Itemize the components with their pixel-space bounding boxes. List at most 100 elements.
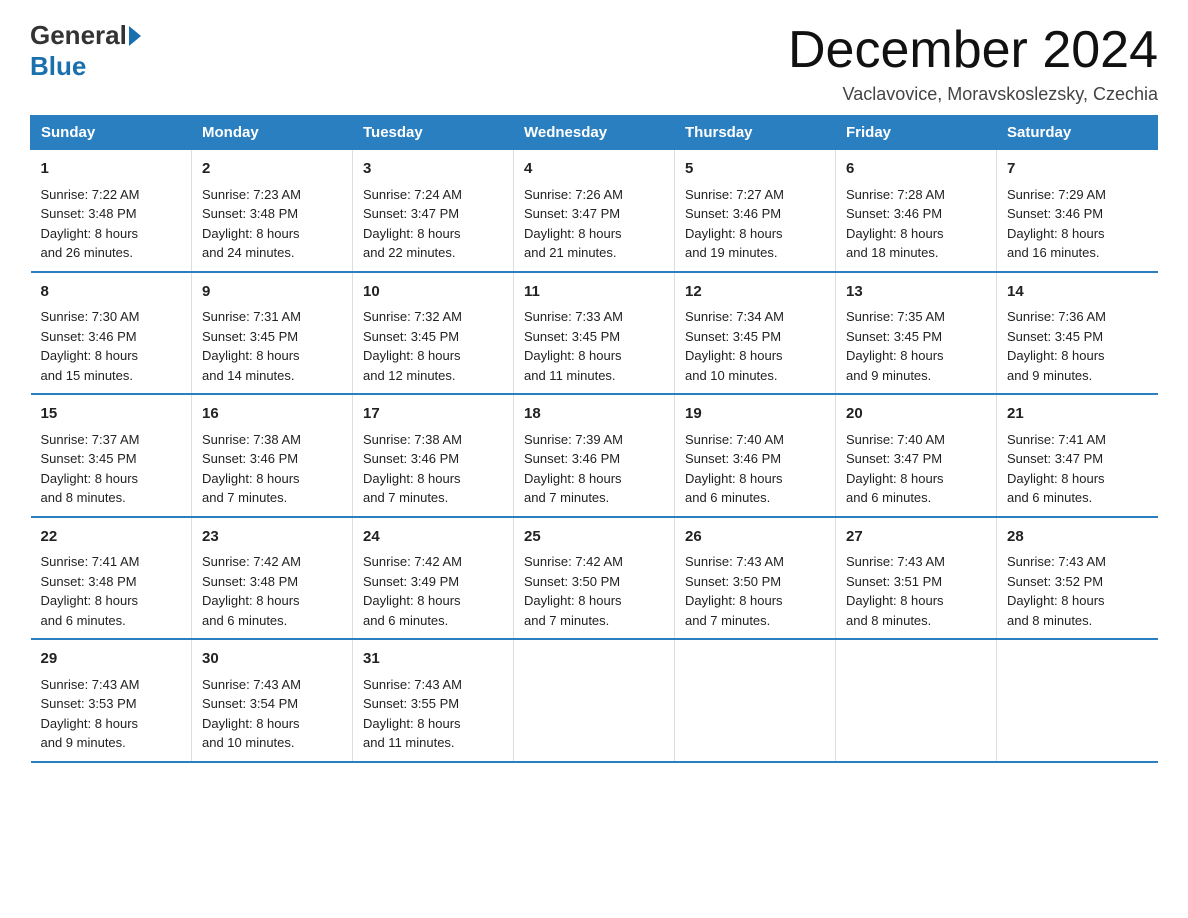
calendar-week-row: 1 Sunrise: 7:22 AMSunset: 3:48 PMDaylight…: [31, 150, 1158, 272]
day-number: 21: [1007, 403, 1148, 426]
day-number: 22: [41, 526, 182, 549]
day-info: Sunrise: 7:31 AMSunset: 3:45 PMDaylight:…: [202, 307, 342, 385]
day-number: 12: [685, 281, 825, 304]
day-info: Sunrise: 7:40 AMSunset: 3:46 PMDaylight:…: [685, 430, 825, 508]
day-number: 19: [685, 403, 825, 426]
calendar-day-cell: 5 Sunrise: 7:27 AMSunset: 3:46 PMDaylight…: [675, 150, 836, 272]
day-number: 31: [363, 648, 503, 671]
day-number: 26: [685, 526, 825, 549]
calendar-day-cell: 27Sunrise: 7:43 AMSunset: 3:51 PMDayligh…: [836, 517, 997, 640]
calendar-week-row: 29 Sunrise: 7:43 AMSunset: 3:53 PMDayligh…: [31, 639, 1158, 762]
day-number: 4: [524, 158, 664, 181]
day-number: 29: [41, 648, 182, 671]
day-number: 17: [363, 403, 503, 426]
logo-arrow-icon: [129, 26, 141, 46]
calendar-week-row: 8 Sunrise: 7:30 AMSunset: 3:46 PMDaylight…: [31, 272, 1158, 395]
logo-blue-text: Blue: [30, 51, 86, 82]
calendar-day-cell: 16Sunrise: 7:38 AMSunset: 3:46 PMDayligh…: [192, 394, 353, 517]
day-number: 8: [41, 281, 182, 304]
day-number: 5: [685, 158, 825, 181]
day-number: 27: [846, 526, 986, 549]
day-info: Sunrise: 7:40 AMSunset: 3:47 PMDaylight:…: [846, 430, 986, 508]
day-info: Sunrise: 7:30 AMSunset: 3:46 PMDaylight:…: [41, 307, 182, 385]
day-number: 13: [846, 281, 986, 304]
day-number: 2: [202, 158, 342, 181]
calendar-day-cell: 26Sunrise: 7:43 AMSunset: 3:50 PMDayligh…: [675, 517, 836, 640]
calendar-day-cell: 4Sunrise: 7:26 AMSunset: 3:47 PMDaylight…: [514, 150, 675, 272]
day-number: 28: [1007, 526, 1148, 549]
calendar-day-cell: 14Sunrise: 7:36 AMSunset: 3:45 PMDayligh…: [997, 272, 1158, 395]
day-info: Sunrise: 7:39 AMSunset: 3:46 PMDaylight:…: [524, 430, 664, 508]
day-info: Sunrise: 7:43 AMSunset: 3:52 PMDaylight:…: [1007, 552, 1148, 630]
calendar-header-wednesday: Wednesday: [514, 116, 675, 150]
calendar-day-cell: 1 Sunrise: 7:22 AMSunset: 3:48 PMDaylight…: [31, 150, 192, 272]
day-number: 23: [202, 526, 342, 549]
day-info: Sunrise: 7:23 AMSunset: 3:48 PMDaylight:…: [202, 185, 342, 263]
calendar-day-cell: 3 Sunrise: 7:24 AMSunset: 3:47 PMDaylight…: [353, 150, 514, 272]
calendar-header-monday: Monday: [192, 116, 353, 150]
day-info: Sunrise: 7:35 AMSunset: 3:45 PMDaylight:…: [846, 307, 986, 385]
month-title: December 2024: [788, 20, 1158, 80]
day-info: Sunrise: 7:41 AMSunset: 3:48 PMDaylight:…: [41, 552, 182, 630]
calendar-day-cell: 19 Sunrise: 7:40 AMSunset: 3:46 PMDayligh…: [675, 394, 836, 517]
day-info: Sunrise: 7:29 AMSunset: 3:46 PMDaylight:…: [1007, 185, 1148, 263]
day-number: 30: [202, 648, 342, 671]
calendar-header-friday: Friday: [836, 116, 997, 150]
day-number: 9: [202, 281, 342, 304]
day-number: 3: [363, 158, 503, 181]
day-number: 16: [202, 403, 342, 426]
day-number: 20: [846, 403, 986, 426]
day-number: 18: [524, 403, 664, 426]
day-info: Sunrise: 7:36 AMSunset: 3:45 PMDaylight:…: [1007, 307, 1148, 385]
page-header: General Blue December 2024 Vaclavovice, …: [30, 20, 1158, 105]
day-number: 11: [524, 281, 664, 304]
calendar-day-cell: 22 Sunrise: 7:41 AMSunset: 3:48 PMDayligh…: [31, 517, 192, 640]
day-number: 1: [41, 158, 182, 181]
calendar-day-cell: 11 Sunrise: 7:33 AMSunset: 3:45 PMDayligh…: [514, 272, 675, 395]
location-subtitle: Vaclavovice, Moravskoslezsky, Czechia: [788, 84, 1158, 105]
day-number: 15: [41, 403, 182, 426]
calendar-day-cell: [514, 639, 675, 762]
day-info: Sunrise: 7:32 AMSunset: 3:45 PMDaylight:…: [363, 307, 503, 385]
day-info: Sunrise: 7:24 AMSunset: 3:47 PMDaylight:…: [363, 185, 503, 263]
calendar-table: SundayMondayTuesdayWednesdayThursdayFrid…: [30, 115, 1158, 763]
calendar-day-cell: 31 Sunrise: 7:43 AMSunset: 3:55 PMDayligh…: [353, 639, 514, 762]
day-info: Sunrise: 7:34 AMSunset: 3:45 PMDaylight:…: [685, 307, 825, 385]
day-info: Sunrise: 7:27 AMSunset: 3:46 PMDaylight:…: [685, 185, 825, 263]
calendar-day-cell: 29 Sunrise: 7:43 AMSunset: 3:53 PMDayligh…: [31, 639, 192, 762]
calendar-day-cell: [997, 639, 1158, 762]
calendar-day-cell: 30 Sunrise: 7:43 AMSunset: 3:54 PMDayligh…: [192, 639, 353, 762]
calendar-day-cell: 15 Sunrise: 7:37 AMSunset: 3:45 PMDayligh…: [31, 394, 192, 517]
day-info: Sunrise: 7:43 AMSunset: 3:55 PMDaylight:…: [363, 675, 503, 753]
calendar-day-cell: 13 Sunrise: 7:35 AMSunset: 3:45 PMDayligh…: [836, 272, 997, 395]
calendar-header-row: SundayMondayTuesdayWednesdayThursdayFrid…: [31, 116, 1158, 150]
calendar-day-cell: 23Sunrise: 7:42 AMSunset: 3:48 PMDayligh…: [192, 517, 353, 640]
calendar-header-thursday: Thursday: [675, 116, 836, 150]
calendar-day-cell: 25 Sunrise: 7:42 AMSunset: 3:50 PMDayligh…: [514, 517, 675, 640]
logo-general-text: General: [30, 20, 127, 51]
day-info: Sunrise: 7:42 AMSunset: 3:49 PMDaylight:…: [363, 552, 503, 630]
calendar-week-row: 22 Sunrise: 7:41 AMSunset: 3:48 PMDayligh…: [31, 517, 1158, 640]
calendar-day-cell: 17Sunrise: 7:38 AMSunset: 3:46 PMDayligh…: [353, 394, 514, 517]
day-info: Sunrise: 7:37 AMSunset: 3:45 PMDaylight:…: [41, 430, 182, 508]
day-number: 24: [363, 526, 503, 549]
day-info: Sunrise: 7:43 AMSunset: 3:53 PMDaylight:…: [41, 675, 182, 753]
day-info: Sunrise: 7:28 AMSunset: 3:46 PMDaylight:…: [846, 185, 986, 263]
day-info: Sunrise: 7:43 AMSunset: 3:54 PMDaylight:…: [202, 675, 342, 753]
title-block: December 2024 Vaclavovice, Moravskoslezs…: [788, 20, 1158, 105]
calendar-day-cell: 9 Sunrise: 7:31 AMSunset: 3:45 PMDaylight…: [192, 272, 353, 395]
calendar-day-cell: 6Sunrise: 7:28 AMSunset: 3:46 PMDaylight…: [836, 150, 997, 272]
calendar-day-cell: 8 Sunrise: 7:30 AMSunset: 3:46 PMDaylight…: [31, 272, 192, 395]
calendar-day-cell: [675, 639, 836, 762]
calendar-day-cell: 24 Sunrise: 7:42 AMSunset: 3:49 PMDayligh…: [353, 517, 514, 640]
calendar-day-cell: 2 Sunrise: 7:23 AMSunset: 3:48 PMDaylight…: [192, 150, 353, 272]
day-number: 7: [1007, 158, 1148, 181]
calendar-day-cell: 18 Sunrise: 7:39 AMSunset: 3:46 PMDayligh…: [514, 394, 675, 517]
calendar-day-cell: 20 Sunrise: 7:40 AMSunset: 3:47 PMDayligh…: [836, 394, 997, 517]
calendar-day-cell: [836, 639, 997, 762]
day-info: Sunrise: 7:22 AMSunset: 3:48 PMDaylight:…: [41, 185, 182, 263]
day-info: Sunrise: 7:42 AMSunset: 3:50 PMDaylight:…: [524, 552, 664, 630]
calendar-day-cell: 7 Sunrise: 7:29 AMSunset: 3:46 PMDaylight…: [997, 150, 1158, 272]
day-number: 25: [524, 526, 664, 549]
day-info: Sunrise: 7:33 AMSunset: 3:45 PMDaylight:…: [524, 307, 664, 385]
